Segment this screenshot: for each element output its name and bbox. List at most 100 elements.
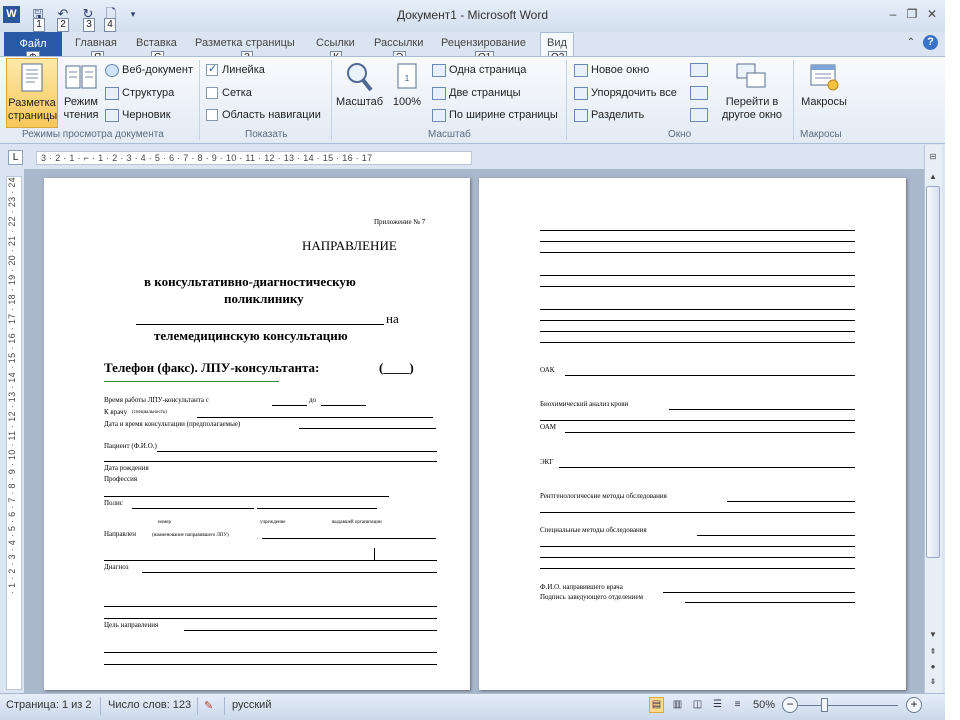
macros-button[interactable]: Макросы xyxy=(797,58,851,128)
blank-line[interactable] xyxy=(540,331,855,332)
collapse-ribbon-icon[interactable]: ⌃ xyxy=(902,36,920,50)
word-count[interactable]: Число слов: 123 xyxy=(108,699,191,711)
print-layout-view-icon[interactable]: ▤ xyxy=(649,697,664,713)
patient-blank[interactable] xyxy=(157,451,437,452)
scroll-down-icon[interactable]: ▼ xyxy=(926,628,940,642)
purpose-blank[interactable] xyxy=(184,630,437,631)
purpose-blank-2[interactable] xyxy=(104,652,437,653)
profession-blank[interactable] xyxy=(104,496,389,497)
zoom-out-icon[interactable]: − xyxy=(782,697,798,713)
tab-mailings[interactable]: Рассылки xyxy=(374,37,423,49)
diagnosis-blank[interactable] xyxy=(142,572,437,573)
horizontal-ruler[interactable]: 3 · 2 · 1 · ⌐ · 1 · 2 · 3 · 4 · 5 · 6 · … xyxy=(36,151,472,165)
language-indicator[interactable]: русский xyxy=(232,699,271,711)
blank-line[interactable] xyxy=(540,309,855,310)
patient-blank-2[interactable] xyxy=(104,461,437,462)
hours-to-blank[interactable] xyxy=(321,405,366,406)
next-page-icon[interactable]: ⇟ xyxy=(926,675,940,689)
ruler-checkbox[interactable]: Линейка xyxy=(206,62,265,77)
web-view-icon[interactable]: ◫ xyxy=(690,697,705,713)
draft-view-icon[interactable]: ≡ xyxy=(730,697,745,713)
date-time-blank[interactable] xyxy=(299,428,436,429)
head-signature-blank[interactable] xyxy=(685,602,855,603)
document-page-2[interactable]: ОАК Биохимический анализ крови ОАМ ЭКГ Р… xyxy=(479,178,906,690)
outline-button[interactable]: Структура xyxy=(105,86,174,100)
previous-page-icon[interactable]: ⇞ xyxy=(926,645,940,659)
blank-line[interactable] xyxy=(540,557,855,558)
split-button[interactable]: Разделить xyxy=(574,108,644,122)
policy-blank-2[interactable] xyxy=(257,508,377,509)
blank-line[interactable] xyxy=(540,342,855,343)
zoom-level[interactable]: 50% xyxy=(753,699,775,711)
sync-scroll-icon[interactable] xyxy=(690,86,708,100)
biochem-blank-2[interactable] xyxy=(540,420,855,421)
diagnosis-blank-3[interactable] xyxy=(104,618,437,619)
page-width-button[interactable]: По ширине страницы xyxy=(432,108,558,122)
view-side-by-side-icon[interactable] xyxy=(690,63,708,77)
diagnosis-blank-2[interactable] xyxy=(104,606,437,607)
scroll-up-icon[interactable]: ▲ xyxy=(926,170,940,184)
biochem-blank[interactable] xyxy=(669,409,855,410)
policy-blank-1[interactable] xyxy=(132,508,254,509)
scroll-thumb[interactable] xyxy=(926,186,940,558)
tab-page-layout[interactable]: Разметка страницы xyxy=(195,37,295,49)
referred-blank[interactable] xyxy=(262,538,436,539)
tab-insert[interactable]: Вставка xyxy=(136,37,177,49)
new-window-button[interactable]: Новое окно xyxy=(574,63,649,77)
phone-blank[interactable]: (____) xyxy=(379,360,414,376)
blank-line[interactable] xyxy=(540,286,855,287)
close-button[interactable]: ✕ xyxy=(923,7,941,21)
tab-selector-icon[interactable]: L xyxy=(8,150,23,165)
zoom-slider-track[interactable] xyxy=(798,705,898,706)
blank-line[interactable] xyxy=(540,241,855,242)
ecg-blank[interactable] xyxy=(559,467,855,468)
web-layout-button[interactable]: Веб-документ xyxy=(105,63,193,77)
print-layout-button[interactable]: Разметка страницы xyxy=(6,58,58,128)
grid-checkbox[interactable]: Сетка xyxy=(206,86,252,100)
blank-line[interactable] xyxy=(540,252,855,253)
zoom-100-button[interactable]: 1 100% xyxy=(386,58,428,128)
reading-view-icon[interactable]: ▥ xyxy=(670,697,685,713)
xray-blank-2[interactable] xyxy=(540,512,855,513)
blank-line[interactable] xyxy=(540,568,855,569)
restore-button[interactable]: ❐ xyxy=(903,7,921,21)
referred-blank-2[interactable] xyxy=(104,560,437,561)
clinic-name-blank[interactable] xyxy=(136,324,384,325)
proofing-icon[interactable]: ✎ xyxy=(204,699,213,712)
blank-line[interactable] xyxy=(540,230,855,231)
browse-object-icon[interactable]: ● xyxy=(926,660,940,674)
help-icon[interactable]: ? xyxy=(923,35,938,50)
reset-window-position-icon[interactable] xyxy=(690,108,708,122)
referring-doctor-blank[interactable] xyxy=(663,592,855,593)
one-page-button[interactable]: Одна страница xyxy=(432,63,526,77)
doctor-blank[interactable] xyxy=(197,417,433,418)
oam-blank[interactable] xyxy=(565,432,855,433)
page-count[interactable]: Страница: 1 из 2 xyxy=(6,699,92,711)
zoom-slider-thumb[interactable] xyxy=(821,698,828,712)
arrange-all-button[interactable]: Упорядочить все xyxy=(574,86,677,100)
switch-windows-button[interactable]: Перейти в другое окно xyxy=(714,58,790,128)
tab-home[interactable]: Главная xyxy=(75,37,117,49)
zoom-in-icon[interactable]: + xyxy=(906,697,922,713)
minimize-button[interactable]: – xyxy=(884,7,902,21)
navigation-pane-checkbox[interactable]: Область навигации xyxy=(206,108,321,122)
reading-mode-button[interactable]: Режим чтения xyxy=(60,58,102,128)
blank-line[interactable] xyxy=(540,275,855,276)
blank-line[interactable] xyxy=(540,320,855,321)
zoom-button[interactable]: Масштаб xyxy=(336,58,383,128)
tab-review[interactable]: Рецензирование xyxy=(441,37,526,49)
blank-line[interactable] xyxy=(540,546,855,547)
special-methods-blank[interactable] xyxy=(697,535,855,536)
xray-blank[interactable] xyxy=(727,501,855,502)
outline-view-icon[interactable]: ☰ xyxy=(710,697,725,713)
ruler-toggle-icon[interactable]: ⊟ xyxy=(926,150,940,164)
tab-references[interactable]: Ссылки xyxy=(316,37,355,49)
purpose-blank-3[interactable] xyxy=(104,664,437,665)
draft-button[interactable]: Черновик xyxy=(105,108,171,122)
document-page-1[interactable]: Приложение № 7 НАПРАВЛЕНИЕ в консультати… xyxy=(44,178,470,690)
hours-from-blank[interactable] xyxy=(272,405,307,406)
vertical-ruler[interactable]: · 1 · 2 · 3 · 4 · 5 · 6 · 7 · 8 · 9 · 10… xyxy=(6,176,22,690)
oak-blank[interactable] xyxy=(565,375,855,376)
two-pages-button[interactable]: Две страницы xyxy=(432,86,521,100)
to-doctor-label: К врачу xyxy=(104,408,128,416)
